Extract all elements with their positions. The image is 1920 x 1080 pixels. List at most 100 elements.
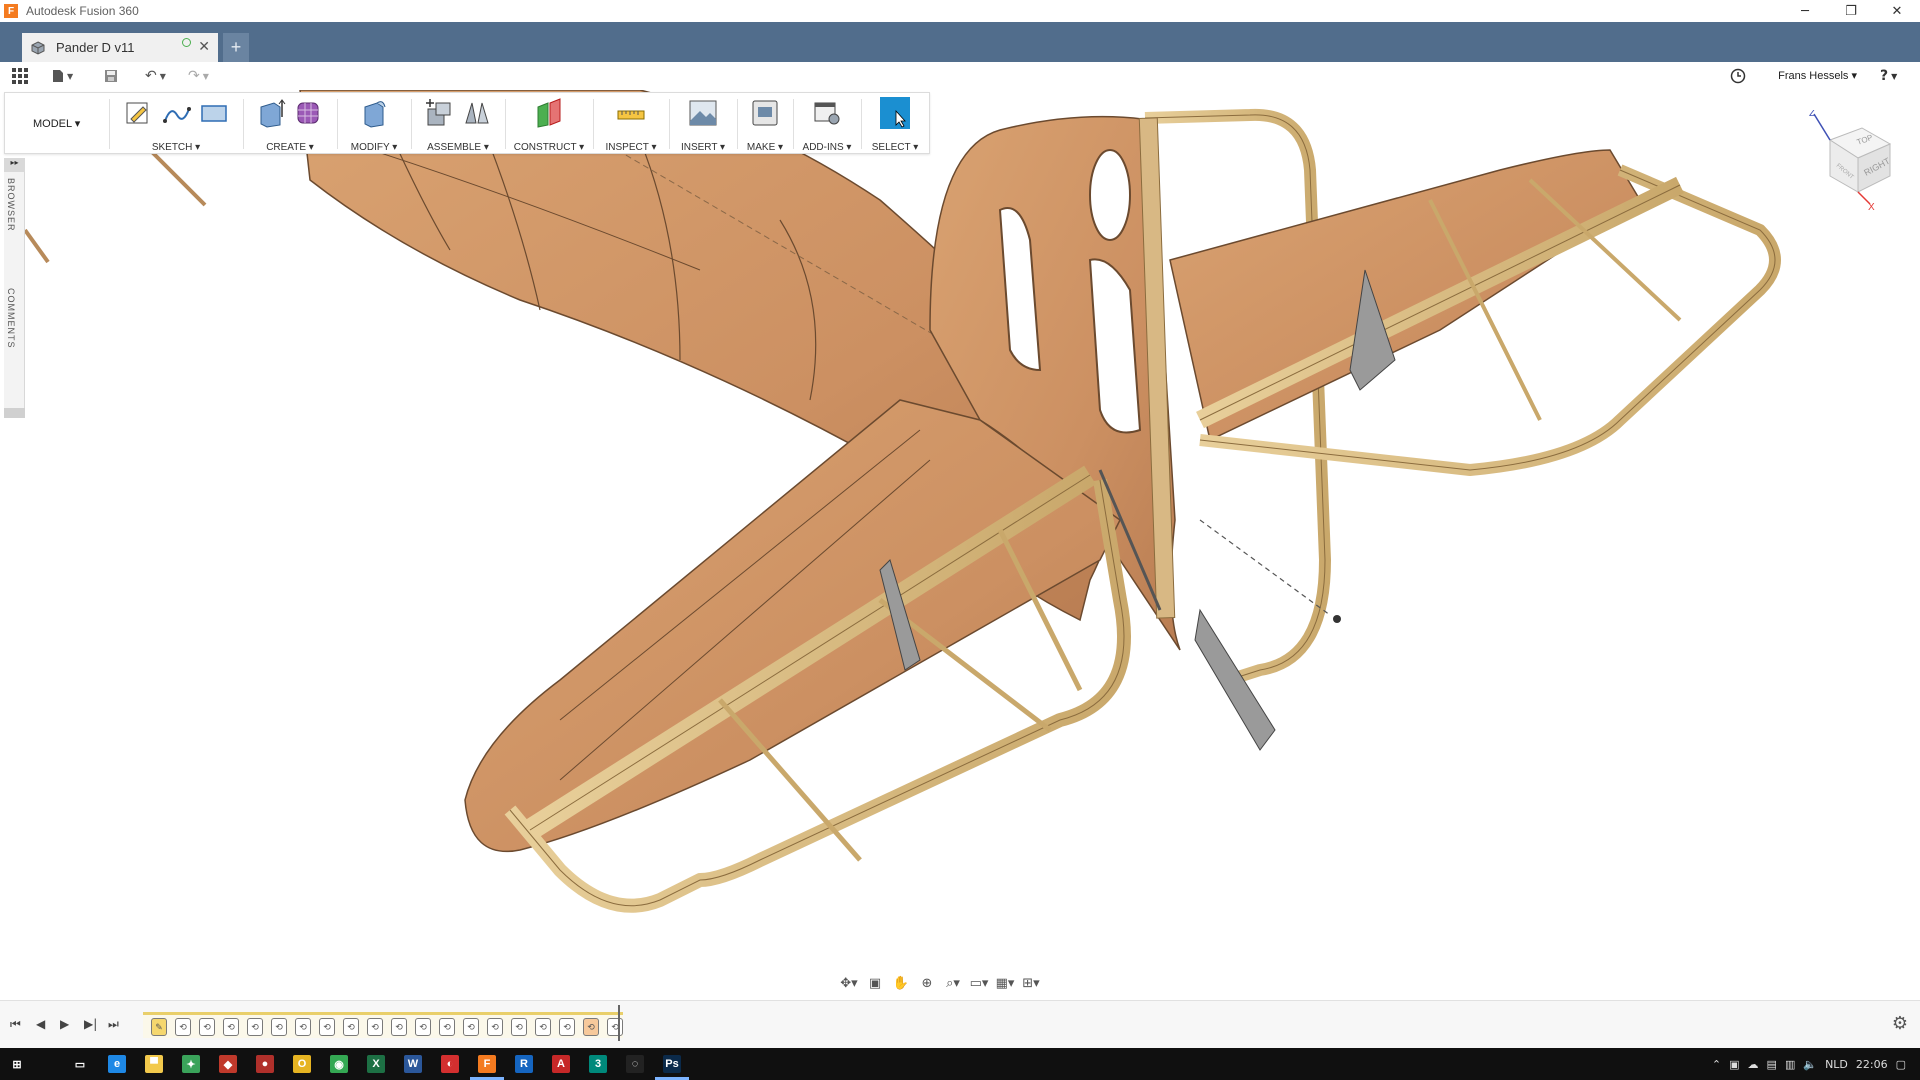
timeline-feature[interactable]: ⟲ xyxy=(559,1018,575,1036)
timeline-feature[interactable]: ⟲ xyxy=(415,1018,431,1036)
construct-menu[interactable]: CONSTRUCT ▾ xyxy=(507,142,591,153)
scripts-add-ins-icon[interactable] xyxy=(812,97,842,129)
orbit-icon[interactable]: ✥▾ xyxy=(838,974,860,992)
network-icon[interactable]: ▥ xyxy=(1785,1058,1795,1071)
look-at-icon[interactable]: ▣ xyxy=(864,974,886,992)
taskbar-app-dark-icon[interactable]: ◌ xyxy=(626,1055,644,1073)
joint-icon[interactable] xyxy=(462,97,492,129)
assemble-menu[interactable]: ASSEMBLE ▾ xyxy=(413,142,503,153)
tray-app-icon[interactable]: ▣ xyxy=(1729,1058,1739,1071)
design-canvas[interactable] xyxy=(0,90,1920,1000)
taskbar-app-crimson-icon[interactable]: ◐ xyxy=(441,1055,459,1073)
timeline-feature[interactable]: ⟲ xyxy=(271,1018,287,1036)
file-menu-icon[interactable]: ▼ xyxy=(52,67,73,85)
select-menu[interactable]: SELECT ▾ xyxy=(863,142,927,153)
aircraft-model-3d[interactable] xyxy=(0,90,1920,1000)
pan-hand-icon[interactable]: ✋ xyxy=(890,974,912,992)
redo-icon[interactable]: ↷ ▼ xyxy=(188,67,209,85)
taskbar-explorer-icon[interactable]: ▀ xyxy=(145,1055,163,1073)
make-menu[interactable]: MAKE ▾ xyxy=(739,142,791,153)
taskbar-photoshop-icon[interactable]: Ps xyxy=(663,1055,681,1073)
timeline-feature[interactable]: ⟲ xyxy=(583,1018,599,1036)
tab-close-icon[interactable]: ✕ xyxy=(198,39,210,55)
zoom-icon[interactable]: ⊕ xyxy=(916,974,938,992)
document-tab[interactable]: Pander D v11 ✕ xyxy=(22,33,218,62)
tray-app2-icon[interactable]: ▤ xyxy=(1767,1058,1777,1071)
timeline-feature[interactable]: ⟲ xyxy=(487,1018,503,1036)
timeline-feature[interactable]: ⟲ xyxy=(175,1018,191,1036)
save-icon[interactable] xyxy=(104,67,118,85)
browser-tab[interactable]: BROWSER xyxy=(6,178,16,232)
timeline-feature[interactable]: ⟲ xyxy=(511,1018,527,1036)
timeline-track[interactable]: ✎ ⟲ ⟲ ⟲ ⟲ ⟲ ⟲ ⟲ ⟲ ⟲ ⟲ ⟲ ⟲ ⟲ ⟲ ⟲ ⟲ ⟲ ⟲ ⟲ xyxy=(143,1012,623,1038)
timeline-feature[interactable]: ⟲ xyxy=(223,1018,239,1036)
timeline-feature[interactable]: ⟲ xyxy=(463,1018,479,1036)
timeline-sketch-feature[interactable]: ✎ xyxy=(151,1018,167,1036)
spline-icon[interactable] xyxy=(161,97,191,129)
modify-menu[interactable]: MODIFY ▾ xyxy=(339,142,409,153)
timeline-feature[interactable]: ⟲ xyxy=(535,1018,551,1036)
create-menu[interactable]: CREATE ▾ xyxy=(245,142,335,153)
taskbar-app-teal-icon[interactable]: 3 xyxy=(589,1055,607,1073)
taskbar-word-icon[interactable]: W xyxy=(404,1055,422,1073)
taskbar-excel-icon[interactable]: X xyxy=(367,1055,385,1073)
create-sketch-icon[interactable] xyxy=(123,97,153,129)
new-tab-button[interactable]: + xyxy=(223,33,249,62)
sketch-menu[interactable]: SKETCH ▾ xyxy=(111,142,241,153)
taskbar-autocad-icon[interactable]: A xyxy=(552,1055,570,1073)
viewports-icon[interactable]: ⊞▾ xyxy=(1020,974,1042,992)
fit-zoom-icon[interactable]: ⌕▾ xyxy=(942,974,964,992)
taskbar-app-green-icon[interactable]: ✦ xyxy=(182,1055,200,1073)
panel-resize-handle[interactable] xyxy=(4,408,25,418)
inspect-menu[interactable]: INSPECT ▾ xyxy=(595,142,667,153)
taskbar-chrome-icon[interactable]: ◉ xyxy=(330,1055,348,1073)
workspace-switcher[interactable]: MODEL ▾ xyxy=(5,93,107,155)
language-indicator[interactable]: NLD xyxy=(1825,1058,1848,1071)
job-status-clock-icon[interactable] xyxy=(1730,67,1746,85)
timeline-feature[interactable]: ⟲ xyxy=(319,1018,335,1036)
close-window-button[interactable]: ✕ xyxy=(1874,0,1920,22)
tray-chevron-icon[interactable]: ⌃ xyxy=(1712,1058,1721,1071)
expand-panel-icon[interactable]: ▸▸ xyxy=(4,158,25,172)
add-ins-menu[interactable]: ADD-INS ▾ xyxy=(795,142,859,153)
timeline-settings-gear-icon[interactable]: ⚙ xyxy=(1892,1013,1908,1034)
measure-icon[interactable] xyxy=(616,97,646,129)
grid-settings-icon[interactable]: ▦▾ xyxy=(994,974,1016,992)
form-icon[interactable] xyxy=(294,97,324,129)
user-account-menu[interactable]: Frans Hessels ▾ xyxy=(1778,69,1857,82)
restore-button[interactable]: ❐ xyxy=(1828,0,1874,22)
timeline-feature[interactable]: ⟲ xyxy=(391,1018,407,1036)
3d-print-icon[interactable] xyxy=(750,97,780,129)
timeline-feature[interactable]: ⟲ xyxy=(439,1018,455,1036)
tray-cloud-icon[interactable]: ☁ xyxy=(1748,1058,1759,1071)
extrude-icon[interactable] xyxy=(256,97,286,129)
select-cursor-icon[interactable] xyxy=(880,97,910,129)
taskbar-start-icon[interactable]: ⊞ xyxy=(8,1055,26,1073)
insert-menu[interactable]: INSERT ▾ xyxy=(671,142,735,153)
timeline-feature[interactable]: ⟲ xyxy=(607,1018,623,1036)
comments-tab[interactable]: COMMENTS xyxy=(6,288,16,349)
timeline-play-icon[interactable]: ▶ xyxy=(60,1017,69,1031)
taskbar-edge-icon[interactable]: e xyxy=(108,1055,126,1073)
timeline-feature[interactable]: ⟲ xyxy=(367,1018,383,1036)
clock[interactable]: 22:06 xyxy=(1856,1058,1888,1071)
display-settings-icon[interactable]: ▭▾ xyxy=(968,974,990,992)
minimize-button[interactable]: ─ xyxy=(1782,0,1828,22)
notifications-icon[interactable]: ▢ xyxy=(1896,1058,1906,1071)
timeline-marker[interactable] xyxy=(618,1005,620,1041)
timeline-step-back-icon[interactable]: ◀ xyxy=(36,1017,45,1031)
help-icon[interactable]: ? ▼ xyxy=(1880,67,1897,85)
new-component-icon[interactable] xyxy=(424,97,454,129)
timeline-feature[interactable]: ⟲ xyxy=(295,1018,311,1036)
timeline-go-start-icon[interactable]: ⏮ xyxy=(10,1017,21,1032)
viewcube[interactable]: TOP RIGHT FRONT Z X xyxy=(1800,110,1900,210)
volume-icon[interactable]: 🔈 xyxy=(1803,1058,1817,1071)
press-pull-icon[interactable] xyxy=(359,97,389,129)
taskbar-app-red-icon[interactable]: ◆ xyxy=(219,1055,237,1073)
timeline-step-forward-icon[interactable]: ▶| xyxy=(84,1017,97,1031)
taskbar-task-view-icon[interactable]: ▭ xyxy=(71,1055,89,1073)
taskbar-app-yellow-icon[interactable]: O xyxy=(293,1055,311,1073)
timeline-feature[interactable]: ⟲ xyxy=(199,1018,215,1036)
attached-canvas-icon[interactable] xyxy=(688,97,718,129)
rectangle-icon[interactable] xyxy=(199,97,229,129)
